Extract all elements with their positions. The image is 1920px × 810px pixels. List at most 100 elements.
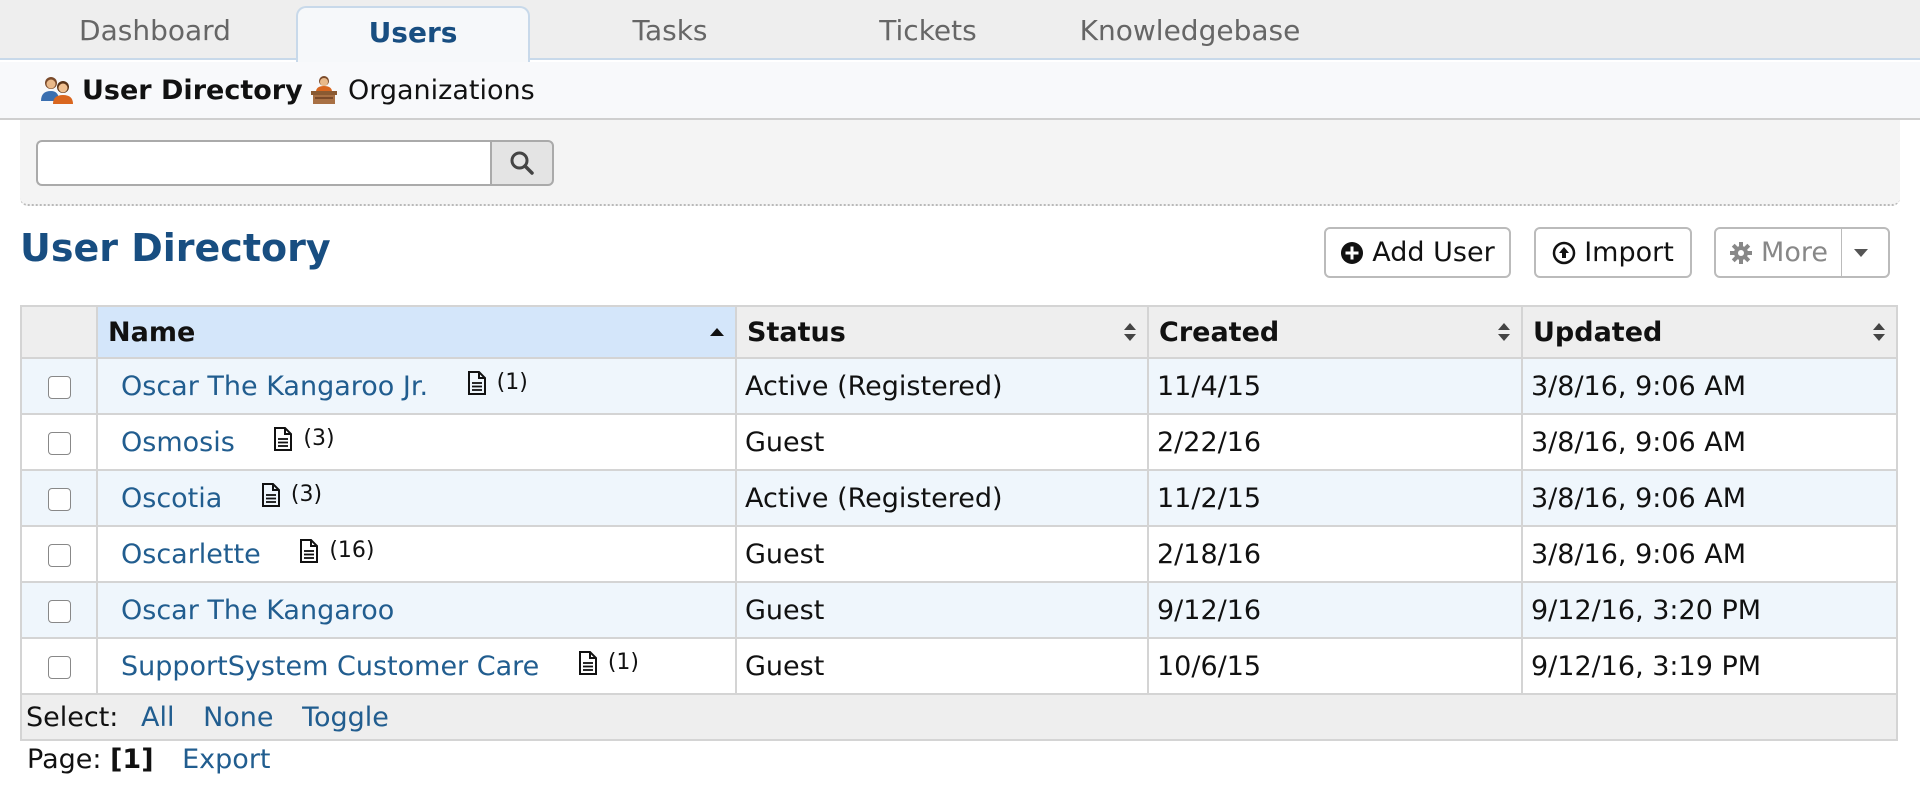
sort-icon <box>1124 323 1136 341</box>
notes-indicator[interactable]: (3) <box>261 482 322 507</box>
tab-tasks[interactable]: Tasks <box>570 0 770 60</box>
row-select-cell <box>20 637 98 695</box>
user-name-link[interactable]: Osmosis <box>121 427 235 458</box>
search-icon <box>510 151 534 175</box>
user-name-link[interactable]: Oscotia <box>121 483 222 514</box>
select-none-link[interactable]: None <box>203 702 273 733</box>
table-row: Oscar The Kangaroo Jr. (1) Active (Regis… <box>20 357 1898 415</box>
row-checkbox[interactable] <box>47 655 71 679</box>
created-cell: 2/18/16 <box>1147 525 1523 583</box>
tab-dashboard[interactable]: Dashboard <box>0 0 310 60</box>
updated-cell: 3/8/16, 9:06 AM <box>1521 525 1898 583</box>
updated-cell: 3/8/16, 9:06 AM <box>1521 357 1898 415</box>
status-cell: Guest <box>735 525 1149 583</box>
column-header-status[interactable]: Status <box>735 305 1149 359</box>
row-checkbox[interactable] <box>47 431 71 455</box>
notes-count: (1) <box>607 650 640 676</box>
table-row: Oscotia (3) Active (Registered) 11/2/15 … <box>20 469 1898 527</box>
row-select-cell <box>20 357 98 415</box>
row-select-cell <box>20 469 98 527</box>
updated-cell: 9/12/16, 3:20 PM <box>1521 581 1898 639</box>
column-header-updated-label: Updated <box>1533 316 1663 348</box>
created-cell: 9/12/16 <box>1147 581 1523 639</box>
tab-users[interactable]: Users <box>296 6 530 62</box>
tab-tickets[interactable]: Tickets <box>828 0 1028 60</box>
notes-indicator[interactable]: (16) <box>299 538 374 563</box>
column-header-updated[interactable]: Updated <box>1521 305 1898 359</box>
created-cell: 11/4/15 <box>1147 357 1523 415</box>
select-all-link[interactable]: All <box>141 702 174 733</box>
name-cell: Oscarlette (16) <box>96 525 737 583</box>
more-label: More <box>1761 237 1828 268</box>
organization-icon <box>311 76 337 104</box>
created-cell: 2/22/16 <box>1147 413 1523 471</box>
column-header-name[interactable]: Name <box>96 305 737 359</box>
user-name-link[interactable]: SupportSystem Customer Care <box>121 651 539 682</box>
row-checkbox[interactable] <box>47 375 71 399</box>
notes-indicator[interactable]: (3) <box>273 426 335 452</box>
table-footer-row: Select: All None Toggle <box>20 693 1898 741</box>
table-row: SupportSystem Customer Care (1) Guest 10… <box>20 637 1898 695</box>
status-cell: Active (Registered) <box>735 357 1149 415</box>
notes-indicator[interactable]: (1) <box>578 650 639 675</box>
table-header-row: Name Status Created Updated <box>20 305 1898 359</box>
search-button[interactable] <box>490 140 554 186</box>
select-label: Select: <box>26 701 119 733</box>
pagination: Page: [1] Export <box>27 744 271 775</box>
more-dropdown-button[interactable] <box>1841 227 1890 278</box>
updated-cell: 3/8/16, 9:06 AM <box>1521 413 1898 471</box>
select-column-header <box>20 305 98 359</box>
page-label: Page: <box>27 744 102 775</box>
import-button[interactable]: Import <box>1534 227 1692 278</box>
user-name-link[interactable]: Oscar The Kangaroo Jr. <box>121 371 428 402</box>
row-checkbox[interactable] <box>47 487 71 511</box>
upload-circle-icon <box>1552 241 1576 264</box>
document-icon <box>261 482 280 507</box>
sort-icon <box>1498 323 1510 341</box>
main-tab-bar: Dashboard Users Tasks Tickets Knowledgeb… <box>0 0 1920 62</box>
notes-count: (3) <box>303 426 335 452</box>
row-select-cell <box>20 525 98 583</box>
sub-navigation: User Directory Organizations <box>0 62 1920 120</box>
document-icon <box>467 370 486 395</box>
more-button[interactable]: More <box>1714 227 1842 278</box>
current-page: [1] <box>110 744 154 775</box>
table-row: Oscarlette (16) Guest 2/18/16 3/8/16, 9:… <box>20 525 1898 583</box>
search-input[interactable] <box>36 140 492 186</box>
name-cell: Oscotia (3) <box>96 469 737 527</box>
row-select-cell <box>20 413 98 471</box>
user-name-link[interactable]: Oscarlette <box>121 539 261 570</box>
add-user-button[interactable]: Add User <box>1324 227 1511 278</box>
updated-cell: 3/8/16, 9:06 AM <box>1521 469 1898 527</box>
page-title: User Directory <box>20 226 331 270</box>
notes-count: (1) <box>496 370 528 396</box>
add-user-label: Add User <box>1372 237 1495 268</box>
document-icon <box>274 426 293 451</box>
sort-ascending-icon <box>710 328 724 336</box>
plus-circle-icon <box>1341 241 1364 264</box>
column-header-created-label: Created <box>1159 316 1280 348</box>
column-header-created[interactable]: Created <box>1147 305 1523 359</box>
user-name-link[interactable]: Oscar The Kangaroo <box>121 595 394 626</box>
row-checkbox[interactable] <box>47 543 71 567</box>
user-table: Name Status Created Updated Oscar The Ka… <box>20 305 1898 741</box>
status-cell: Guest <box>735 637 1149 695</box>
select-toggle-link[interactable]: Toggle <box>302 702 389 733</box>
notes-indicator[interactable]: (1) <box>467 370 528 395</box>
tab-knowledgebase[interactable]: Knowledgebase <box>1070 0 1310 60</box>
export-link[interactable]: Export <box>182 744 270 775</box>
created-cell: 11/2/15 <box>1147 469 1523 527</box>
select-controls: Select: All None Toggle <box>20 693 1898 741</box>
document-icon <box>300 538 319 563</box>
name-cell: Osmosis (3) <box>96 413 737 471</box>
name-cell: Oscar The Kangaroo <box>96 581 737 639</box>
users-icon <box>41 77 73 104</box>
subnav-user-directory[interactable]: User Directory <box>40 62 303 118</box>
row-select-cell <box>20 581 98 639</box>
caret-down-icon <box>1854 248 1868 257</box>
row-checkbox[interactable] <box>47 599 71 623</box>
subnav-organizations[interactable]: Organizations <box>308 62 535 118</box>
subnav-organizations-label: Organizations <box>348 74 535 106</box>
search-panel <box>20 120 1900 206</box>
sort-icon <box>1873 323 1885 341</box>
